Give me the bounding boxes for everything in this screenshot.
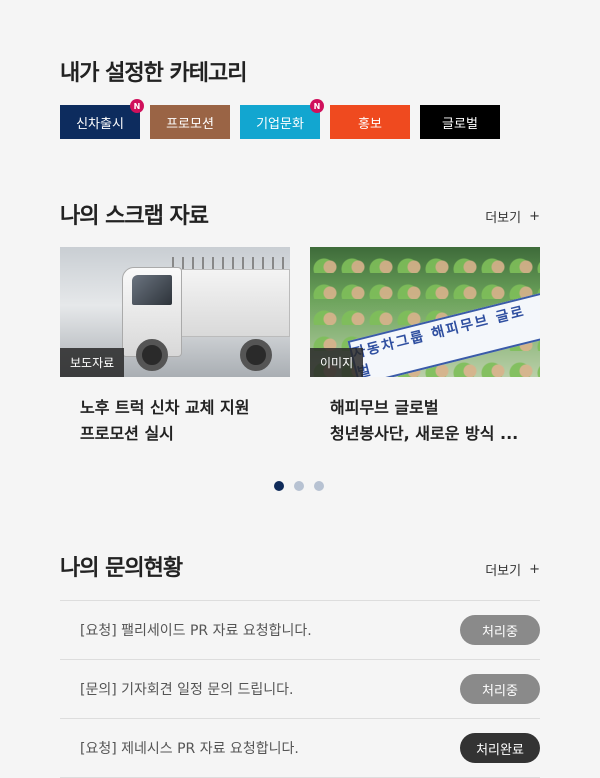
more-label: 더보기 (485, 211, 522, 226)
inquiry-text: [문의] 기자회견 일정 문의 드립니다. (80, 682, 294, 698)
chip-label: 홍보 (358, 116, 382, 132)
pager-dot[interactable] (274, 481, 284, 491)
scrap-cards: 보도자료 노후 트럭 신차 교체 지원 프로모션 실시 자동차그룹 해피무브 글… (60, 247, 540, 447)
category-chip-new-car[interactable]: 신차출시 N (60, 99, 144, 139)
new-badge: N (310, 99, 324, 113)
scrap-card[interactable]: 보도자료 노후 트럭 신차 교체 지원 프로모션 실시 (60, 247, 290, 447)
scrap-title: 나의 스크랩 자료 (60, 204, 209, 229)
chip-label: 프로모션 (166, 116, 214, 132)
card-tag: 보도자료 (60, 348, 125, 377)
inquiry-text: [요청] 제네시스 PR 자료 요청합니다. (80, 741, 299, 757)
chip-label: 글로벌 (442, 116, 478, 132)
status-badge: 처리중 (460, 615, 540, 645)
category-chip-pr[interactable]: 홍보 (330, 105, 410, 139)
status-badge: 처리완료 (460, 733, 540, 763)
list-item[interactable]: [문의] 기자회견 일정 문의 드립니다. 처리중 (60, 660, 540, 719)
pager-dot[interactable] (314, 481, 324, 491)
scrap-card[interactable]: 자동차그룹 해피무브 글로벌 이미지 해피무브 글로벌 청년봉사단, 새로운 방… (310, 247, 540, 447)
inquiry-text: [요청] 팰리세이드 PR 자료 요청합니다. (80, 623, 312, 639)
category-chip-culture[interactable]: 기업문화 N (240, 99, 324, 139)
plus-icon: + (529, 562, 540, 577)
list-item[interactable]: [요청] 제네시스 PR 자료 요청합니다. 처리완료 (60, 719, 540, 778)
categories-title: 내가 설정한 카테고리 (60, 61, 247, 86)
category-chip-global[interactable]: 글로벌 (420, 105, 500, 139)
plus-icon: + (529, 209, 540, 224)
card-tag: 이미지 (310, 348, 364, 377)
list-item[interactable]: [요청] 팰리세이드 PR 자료 요청합니다. 처리중 (60, 601, 540, 660)
more-label: 더보기 (485, 564, 522, 579)
inquiry-title: 나의 문의현황 (60, 556, 183, 581)
inquiry-more-link[interactable]: 더보기 + (485, 560, 540, 579)
volunteers-image: 자동차그룹 해피무브 글로벌 이미지 (310, 247, 540, 377)
category-chips: 신차출시 N 프로모션 기업문화 N 홍보 글로벌 (60, 99, 500, 139)
card-title: 해피무브 글로벌 청년봉사단, 새로운 방식 ... (330, 398, 519, 443)
new-badge: N (130, 99, 144, 113)
status-badge: 처리중 (460, 674, 540, 704)
chip-label: 신차출시 (76, 116, 124, 132)
category-chip-promotion[interactable]: 프로모션 (150, 105, 230, 139)
card-title: 노후 트럭 신차 교체 지원 프로모션 실시 (80, 398, 250, 443)
truck-image: 보도자료 (60, 247, 290, 377)
scrap-more-link[interactable]: 더보기 + (485, 207, 540, 226)
chip-label: 기업문화 (256, 116, 304, 132)
carousel-pager (274, 481, 324, 491)
inquiry-list: [요청] 팰리세이드 PR 자료 요청합니다. 처리중 [문의] 기자회견 일정… (60, 600, 540, 778)
pager-dot[interactable] (294, 481, 304, 491)
